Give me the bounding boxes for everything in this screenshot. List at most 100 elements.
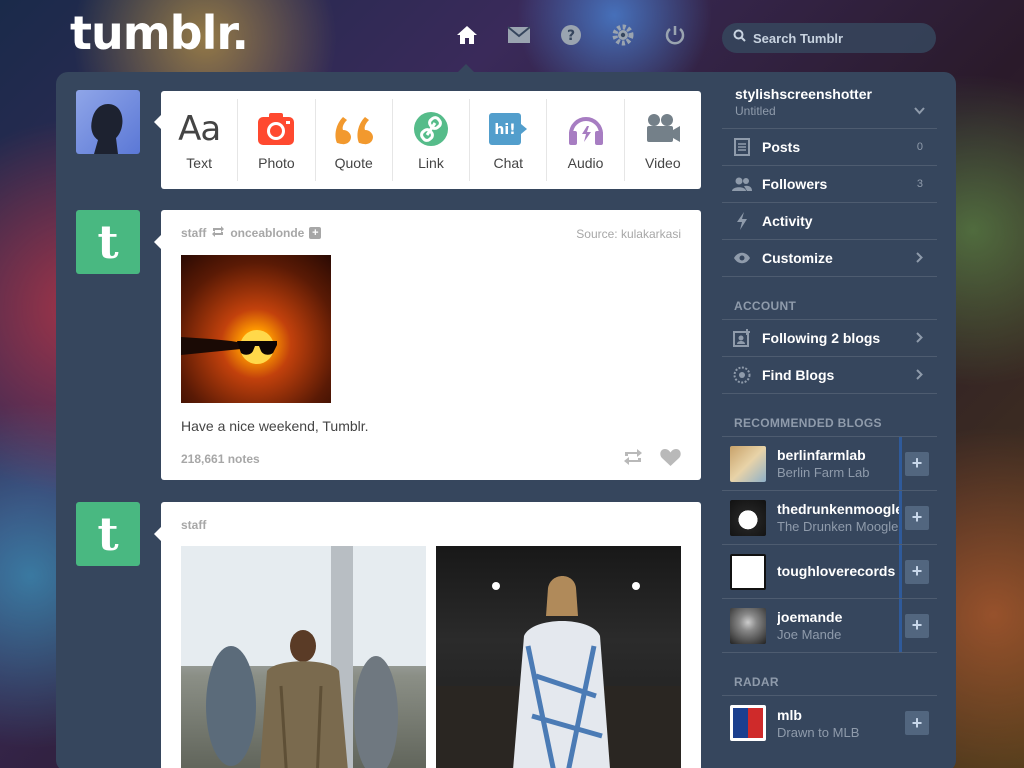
post-caption: Have a nice weekend, Tumblr.	[181, 418, 369, 434]
link-icon	[413, 109, 449, 149]
sidebar-item-customize[interactable]: Customize	[722, 240, 937, 277]
recommended-blog[interactable]: toughloverecords +	[722, 545, 937, 599]
video-camera-icon	[644, 109, 682, 149]
camera-icon	[257, 109, 295, 149]
follow-button[interactable]: +	[905, 559, 929, 584]
post-photo[interactable]	[181, 546, 426, 768]
post-header: staff	[181, 518, 206, 532]
rec-blog-name: mlb	[777, 706, 802, 723]
video-post-button[interactable]: Video	[625, 99, 701, 181]
sidebar-item-label: Following 2 blogs	[762, 330, 881, 346]
link-post-button[interactable]: Link	[393, 99, 471, 181]
home-icon[interactable]	[454, 22, 480, 48]
sidebar-item-label: Find Blogs	[762, 367, 835, 383]
power-icon[interactable]	[662, 22, 688, 48]
post-notes[interactable]: 218,661 notes	[181, 452, 260, 466]
text-icon: Aa	[178, 109, 221, 149]
ptype-label: Quote	[334, 155, 373, 171]
audio-post-button[interactable]: Audio	[547, 99, 625, 181]
scroll-indicator	[899, 491, 902, 544]
post-photo[interactable]	[436, 546, 681, 768]
reblog-button-icon[interactable]	[622, 448, 644, 472]
ptype-label: Chat	[493, 155, 524, 171]
blog-switcher[interactable]: stylishscreenshotter Untitled	[722, 72, 937, 129]
post-types-caret	[154, 115, 161, 129]
search-input[interactable]	[753, 30, 923, 46]
post-author[interactable]: staff	[181, 226, 206, 240]
compass-icon	[732, 366, 752, 384]
like-heart-icon[interactable]	[660, 448, 681, 472]
sidebar-item-find-blogs[interactable]: Find Blogs	[722, 357, 937, 394]
search-icon	[733, 29, 746, 47]
user-avatar[interactable]	[76, 90, 140, 154]
post-caret	[154, 527, 161, 541]
help-icon[interactable]: ?	[558, 22, 584, 48]
mlb-logo	[730, 705, 766, 741]
chat-icon: hi!	[488, 109, 528, 149]
staff-avatar[interactable]: t	[76, 210, 140, 274]
rec-blog-name: berlinfarmlab	[777, 447, 866, 463]
post-source: Source: kulakarkasi	[576, 227, 681, 241]
scroll-indicator	[899, 545, 902, 598]
ptype-label: Text	[186, 155, 212, 171]
post-caret	[154, 235, 161, 249]
settings-icon[interactable]	[610, 22, 636, 48]
post-card: staff onceablonde + Source: kulakarkasi …	[161, 210, 701, 480]
add-person-icon	[732, 329, 752, 347]
rec-blog-name: thedrunkenmoogle	[777, 501, 899, 517]
followers-count: 3	[916, 178, 923, 190]
radar-blog[interactable]: mlb Drawn to MLB +	[722, 696, 937, 750]
document-icon	[732, 138, 752, 156]
ptype-label: Video	[645, 155, 681, 171]
rec-blog-title: The Drunken Moogle	[777, 519, 899, 534]
ptype-label: Photo	[258, 155, 295, 171]
ptype-label: Link	[418, 155, 444, 171]
mail-icon[interactable]	[506, 22, 532, 48]
sidebar-item-activity[interactable]: Activity	[722, 203, 937, 240]
chat-post-button[interactable]: hi! Chat	[470, 99, 548, 181]
follow-button[interactable]: +	[905, 613, 929, 638]
ptype-label: Audio	[567, 155, 604, 171]
quote-post-button[interactable]: Quote	[316, 99, 393, 181]
blog-title: Untitled	[735, 104, 776, 118]
reblogged-from[interactable]: onceablonde	[230, 226, 304, 240]
follow-button[interactable]: +	[905, 711, 929, 735]
post-card: staff	[161, 502, 701, 768]
tumblr-logo[interactable]: tumblr.	[70, 6, 249, 60]
recommended-blog[interactable]: joemande Joe Mande +	[722, 599, 937, 653]
chevron-right-icon	[916, 367, 923, 383]
source-link[interactable]: kulakarkasi	[621, 227, 681, 241]
post-author[interactable]: staff	[181, 518, 206, 532]
sidebar-item-following[interactable]: Following 2 blogs	[722, 320, 937, 357]
blog-avatar	[730, 553, 766, 590]
people-icon	[732, 176, 752, 192]
text-post-button[interactable]: Aa Text	[161, 99, 239, 181]
blog-name: stylishscreenshotter	[735, 86, 872, 102]
top-header: tumblr. ?	[0, 0, 1024, 72]
sidebar-item-posts[interactable]: Posts 0	[722, 129, 937, 166]
post-type-selector: Aa Text Photo Quote Link hi! Chat Audio	[161, 91, 701, 189]
sidebar-item-followers[interactable]: Followers 3	[722, 166, 937, 203]
follow-button[interactable]: +	[905, 451, 929, 476]
rec-blog-name: joemande	[777, 609, 843, 625]
posts-count: 0	[916, 141, 923, 153]
follow-button[interactable]: +	[905, 505, 929, 530]
blog-avatar	[730, 445, 766, 482]
post-photo[interactable]	[181, 255, 331, 403]
sidebar-item-label: Activity	[762, 213, 813, 229]
scroll-indicator	[899, 437, 902, 490]
blog-avatar	[730, 499, 766, 536]
photo-post-button[interactable]: Photo	[238, 99, 316, 181]
active-nav-pointer	[458, 64, 474, 72]
recommended-blog[interactable]: berlinfarmlab Berlin Farm Lab +	[722, 437, 937, 491]
rec-blog-title: Berlin Farm Lab	[777, 465, 870, 480]
staff-avatar[interactable]: t	[76, 502, 140, 566]
headphones-icon	[567, 109, 605, 149]
rec-blog-name: toughloverecords	[777, 562, 896, 579]
sidebar-item-label: Customize	[762, 250, 833, 266]
recommended-blog[interactable]: thedrunkenmoogle The Drunken Moogle +	[722, 491, 937, 545]
blog-avatar	[730, 607, 766, 644]
search-bar[interactable]	[722, 23, 936, 53]
rec-blog-title: Drawn to MLB	[777, 724, 860, 740]
follow-plus-icon[interactable]: +	[309, 227, 322, 239]
